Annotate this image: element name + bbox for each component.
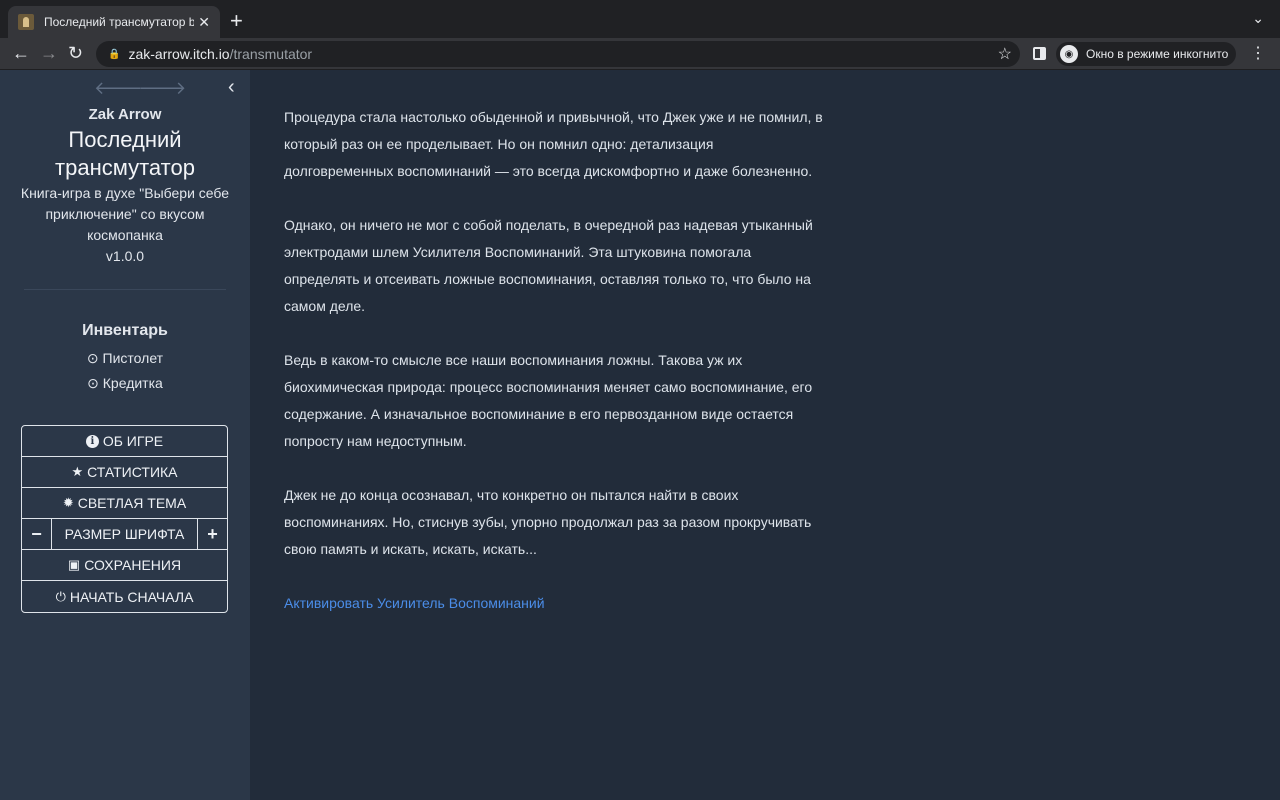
version-label: v1.0.0: [105, 248, 145, 264]
bookmark-star-icon[interactable]: ☆: [998, 44, 1012, 64]
browser-toolbar: ← → ↻ 🔒 zak-arrow.itch.io/transmutator ☆…: [0, 38, 1280, 70]
sun-icon: ✹: [62, 495, 74, 510]
collapse-sidebar-icon[interactable]: ‹: [228, 76, 235, 99]
theme-label: СВЕТЛАЯ ТЕМА: [77, 495, 187, 511]
saves-label: СОХРАНЕНИЯ: [84, 557, 182, 573]
story-paragraph: Процедура стала настолько обыденной и пр…: [284, 109, 823, 179]
star-icon: ★: [71, 464, 84, 479]
tab-search-icon[interactable]: ⌄: [1252, 10, 1264, 27]
about-button[interactable]: i ОБ ИГРЕ: [22, 426, 227, 457]
browser-tab[interactable]: Последний трансмутатор by ✕: [8, 6, 220, 38]
game-description: Книга-игра в духе "Выбери себе приключен…: [10, 183, 240, 267]
font-size-control: − РАЗМЕР ШРИФТА +: [22, 518, 227, 550]
reload-button[interactable]: ↻: [68, 42, 83, 64]
tab-strip: Последний трансмутатор by ✕ + ⌄: [0, 0, 1280, 38]
restart-label: НАЧАТЬ СНАЧАЛА: [69, 588, 194, 605]
inventory-item-card: ⊙ Кредитка: [87, 375, 163, 391]
sidebar-divider: [24, 289, 226, 290]
inventory-title: Инвентарь: [82, 322, 168, 339]
close-tab-icon[interactable]: ✕: [198, 14, 210, 31]
game-menu: i ОБ ИГРЕ ★ СТАТИСТИКА ✹ СВЕТЛАЯ ТЕМА − …: [21, 425, 228, 613]
tab-title: Последний трансмутатор by: [44, 15, 194, 29]
incognito-icon: ◉: [1060, 45, 1078, 63]
back-button[interactable]: ←: [12, 42, 30, 64]
forward-arrow-icon[interactable]: 🡒: [138, 78, 186, 99]
forward-button[interactable]: →: [40, 42, 58, 64]
inventory-item-pistol: ⊙ Пистолет: [86, 350, 164, 366]
incognito-badge[interactable]: ◉ Окно в режиме инкогнито: [1056, 42, 1237, 66]
incognito-label: Окно в режиме инкогнито: [1086, 47, 1229, 61]
url-path: /transmutator: [229, 46, 313, 62]
saves-button[interactable]: ▣ СОХРАНЕНИЯ: [22, 550, 227, 581]
new-tab-button[interactable]: +: [230, 8, 243, 34]
theme-button[interactable]: ✹ СВЕТЛАЯ ТЕМА: [22, 488, 227, 519]
address-bar[interactable]: 🔒 zak-arrow.itch.io/transmutator ☆: [96, 41, 1020, 67]
about-label: ОБ ИГРЕ: [102, 433, 164, 449]
url-host: zak-arrow.itch.io: [128, 46, 230, 62]
favicon-icon: [18, 14, 34, 30]
author-name: Zak Arrow: [88, 106, 162, 123]
sidebar: 🡐 🡒 ‹ Zak Arrow Последний трансмутатор К…: [0, 70, 250, 800]
description-text: Книга-игра в духе "Выбери себе приключен…: [20, 185, 230, 243]
font-decrease-button[interactable]: −: [22, 518, 52, 550]
choice-link[interactable]: Активировать Усилитель Воспоминаний: [284, 590, 545, 617]
story-paragraph: Джек не до конца осознавал, что конкретн…: [284, 487, 812, 557]
stats-label: СТАТИСТИКА: [87, 464, 178, 480]
font-size-label: РАЗМЕР ШРИФТА: [64, 526, 185, 542]
page-content: 🡐 🡒 ‹ Zak Arrow Последний трансмутатор К…: [0, 70, 1280, 800]
restart-button[interactable]: ⏻ НАЧАТЬ СНАЧАЛА: [22, 581, 227, 612]
browser-menu-icon[interactable]: ⋮: [1250, 43, 1266, 63]
save-icon: ▣: [67, 557, 81, 572]
info-icon: i: [85, 434, 99, 448]
story-paragraph: Ведь в каком-то смысле все наши воспомин…: [284, 352, 813, 449]
power-icon: ⏻: [55, 588, 66, 604]
lock-icon[interactable]: 🔒: [108, 49, 120, 60]
side-panel-icon[interactable]: [1033, 47, 1046, 60]
story-passage: Процедура стала настолько обыденной и пр…: [284, 104, 824, 617]
back-arrow-icon[interactable]: 🡐: [94, 78, 142, 99]
stats-button[interactable]: ★ СТАТИСТИКА: [22, 457, 227, 488]
story-paragraph: Однако, он ничего не мог с собой поделат…: [284, 217, 813, 314]
game-title: Последний трансмутатор: [55, 127, 195, 180]
font-increase-button[interactable]: +: [197, 518, 227, 550]
